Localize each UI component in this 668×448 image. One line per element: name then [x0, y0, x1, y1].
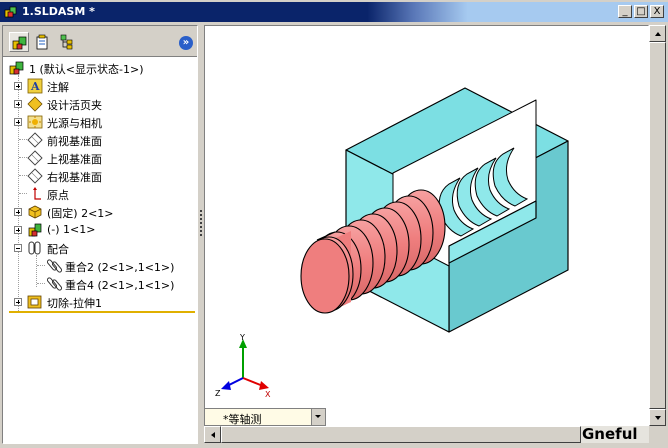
solidworks-window: 1.SLDASM * _ □ X » 1 (默认<显示状态-1>) A 注解 设… — [0, 0, 668, 448]
feature-manager-panel: » 1 (默认<显示状态-1>) A 注解 设计活页夹 光源与相机 前视基准面 … — [2, 25, 198, 444]
plane-icon — [27, 150, 43, 166]
tree-label: 设计活页夹 — [47, 99, 102, 112]
tree-item-lights-cameras[interactable]: 光源与相机 — [3, 113, 197, 131]
feature-tree: 1 (默认<显示状态-1>) A 注解 设计活页夹 光源与相机 前视基准面 上视… — [3, 59, 197, 313]
scroll-up-button[interactable] — [649, 25, 666, 42]
propertymanager-icon — [36, 34, 48, 50]
tree-item-front-plane[interactable]: 前视基准面 — [3, 131, 197, 149]
tree-root-label: 1 (默认<显示状态-1>) — [29, 63, 144, 76]
window-title: 1.SLDASM * — [22, 5, 95, 18]
tree-label: 右视基准面 — [47, 171, 102, 184]
expand-toggle[interactable] — [14, 208, 22, 216]
lights-icon — [27, 115, 43, 129]
tree-item-annotations[interactable]: A 注解 — [3, 77, 197, 95]
panel-tab-bar: » — [3, 26, 197, 57]
part-icon — [28, 205, 42, 219]
tree-item-design-binder[interactable]: 设计活页夹 — [3, 95, 197, 113]
tree-label: 重合4 (2<1>,1<1>) — [65, 279, 175, 292]
rollback-bar[interactable] — [9, 311, 195, 313]
splitter-grip-icon[interactable] — [200, 210, 202, 236]
configurationmanager-tab[interactable] — [57, 32, 77, 52]
vertical-scroll-thumb[interactable] — [649, 42, 666, 409]
tree-label: 原点 — [47, 189, 69, 202]
axis-z-label: Z — [215, 389, 221, 398]
tree-label: 上视基准面 — [47, 153, 102, 166]
tree-label: (固定) 2<1> — [47, 207, 114, 220]
tree-label: 配合 — [47, 243, 69, 256]
tree-label: 切除-拉伸1 — [47, 297, 102, 310]
minimize-button[interactable]: _ — [618, 5, 632, 18]
expand-toggle[interactable] — [14, 100, 22, 108]
featuremanager-icon — [12, 36, 27, 50]
view-orientation-value: *等轴测 — [223, 413, 262, 426]
tree-label: 注解 — [47, 81, 69, 94]
tree-item-right-plane[interactable]: 右视基准面 — [3, 167, 197, 185]
scroll-left-button[interactable] — [204, 426, 221, 443]
tree-item-mate-coincident-2[interactable]: 重合2 (2<1>,1<1>) — [3, 257, 197, 275]
tree-label: 重合2 (2<1>,1<1>) — [65, 261, 175, 274]
assembly-icon — [9, 61, 24, 75]
assembly-document-icon[interactable] — [4, 5, 18, 19]
tree-item-mates[interactable]: 配合 — [3, 239, 197, 257]
panel-expand-button[interactable]: » — [179, 36, 193, 50]
maximize-button[interactable]: □ — [634, 5, 648, 18]
part-icon — [28, 223, 42, 237]
vertical-scrollbar[interactable] — [649, 25, 666, 426]
scroll-down-button[interactable] — [649, 409, 666, 426]
axis-y-label: Y — [239, 334, 245, 342]
tree-item-part-float[interactable]: (-) 1<1> — [3, 221, 197, 239]
horizontal-scroll-thumb[interactable] — [221, 426, 581, 443]
coincident-mate-icon — [47, 259, 63, 273]
tree-label: (-) 1<1> — [47, 223, 96, 236]
design-binder-icon — [27, 96, 43, 112]
plane-icon — [27, 132, 43, 148]
tree-item-part-fixed[interactable]: (固定) 2<1> — [3, 203, 197, 221]
propertymanager-tab[interactable] — [33, 32, 53, 52]
featuremanager-tab[interactable] — [9, 32, 29, 52]
coincident-mate-icon — [47, 277, 63, 291]
axis-triad: Y X Z — [215, 334, 271, 398]
tree-item-mate-coincident-4[interactable]: 重合4 (2<1>,1<1>) — [3, 275, 197, 293]
tree-item-top-plane[interactable]: 上视基准面 — [3, 149, 197, 167]
graphics-viewport[interactable]: Y X Z — [204, 25, 649, 426]
annotation-icon: A — [27, 78, 43, 94]
watermark-text: Gneful — [582, 425, 638, 443]
tree-label: 前视基准面 — [47, 135, 102, 148]
expand-toggle[interactable] — [14, 226, 22, 234]
tree-root-assembly[interactable]: 1 (默认<显示状态-1>) — [3, 59, 197, 77]
view-orientation-select[interactable]: *等轴测 — [204, 408, 326, 426]
dropdown-arrow-icon[interactable] — [311, 409, 325, 425]
cut-extrude-icon — [27, 295, 42, 309]
tree-item-cut-extrude[interactable]: 切除-拉伸1 — [3, 293, 197, 311]
tree-item-origin[interactable]: 原点 — [3, 185, 197, 203]
tree-label: 光源与相机 — [47, 117, 102, 130]
expand-toggle[interactable] — [14, 298, 22, 306]
svg-text:A: A — [30, 80, 40, 93]
mates-icon — [28, 241, 41, 255]
plane-icon — [27, 168, 43, 184]
close-button[interactable]: X — [650, 5, 664, 18]
expand-toggle[interactable] — [14, 82, 22, 90]
expand-toggle[interactable] — [14, 118, 22, 126]
configurationmanager-icon — [60, 34, 73, 50]
axis-x-label: X — [265, 390, 271, 398]
collapse-toggle[interactable] — [14, 244, 22, 252]
origin-icon — [33, 187, 41, 200]
title-bar[interactable]: 1.SLDASM * _ □ X — [0, 2, 668, 22]
